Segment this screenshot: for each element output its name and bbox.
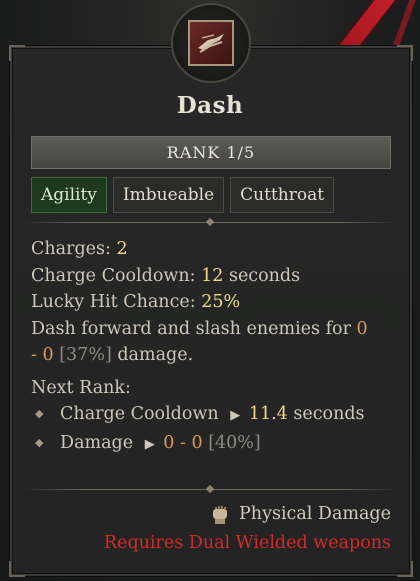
lucky-hit-value: 25% [201,292,241,312]
next-damage-min: 0 [163,432,175,453]
damage-max: 0 [42,345,54,365]
description-end: damage. [117,345,194,365]
tag-imbueable: Imbueable [112,177,225,213]
next-damage-separator: - [179,432,186,453]
cooldown-value: 12 [201,265,224,286]
divider [24,217,396,227]
damage-type-label: Physical Damage [239,504,391,524]
cooldown-label: Charge Cooldown: [31,265,196,286]
next-rank-cooldown: ◆ Charge Cooldown ▶ 11.4 seconds [31,401,396,430]
next-damage-percent: [40%] [208,432,261,453]
tag-cutthroat: Cutthroat [230,177,335,213]
next-rank-title: Next Rank: [31,377,131,398]
diamond-bullet-icon: ◆ [35,407,44,420]
skill-stats: Charges: 2 Charge Cooldown: 12 seconds L… [31,236,396,458]
cooldown-unit: seconds [228,265,301,286]
next-damage-label: Damage [60,432,134,453]
divider [24,484,396,494]
right-triangle-icon: ▶ [230,408,241,423]
damage-type-row: Physical Damage [104,500,391,529]
next-cooldown-value: 11.4 [248,404,288,424]
tooltip-screen: { "skill": { "name": "Dash", "rank_label… [0,0,420,581]
skill-name: Dash [176,92,244,119]
next-damage-max: 0 [191,432,203,453]
charges-value: 2 [116,239,128,259]
charges-label: Charges: [31,239,111,259]
fist-icon [210,504,230,526]
lucky-hit-row: Lucky Hit Chance: 25% [31,289,396,316]
next-cooldown-label: Charge Cooldown [60,404,219,424]
weapon-requirement: Requires Dual Wielded weapons [103,533,391,553]
description-text: Dash forward and slash enemies for [31,318,351,339]
rank-indicator: RANK 1/5 [31,136,391,169]
right-triangle-icon: ▶ [144,436,155,452]
damage-min: 0 [356,318,368,339]
skill-icon-frame [171,3,251,83]
cooldown-row: Charge Cooldown: 12 seconds [31,263,396,290]
skill-tags: Agility Imbueable Cutthroat [31,177,335,213]
diamond-bullet-icon: ◆ [35,435,44,449]
next-rank-damage: ◆ Damage ▶ 0 - 0 [40%] [31,430,396,459]
tag-agility: Agility [31,177,107,213]
damage-separator: - [31,345,37,365]
lucky-hit-label: Lucky Hit Chance: [31,292,196,312]
dash-skill-icon [188,20,234,66]
damage-percent: [37%] [59,345,112,365]
charges-row: Charges: 2 [31,236,396,263]
next-cooldown-unit: seconds [293,404,365,424]
skill-description: Dash forward and slash enemies for 0 - 0… [31,316,396,369]
tooltip-footer: Physical Damage Requires Dual Wielded we… [104,500,391,558]
